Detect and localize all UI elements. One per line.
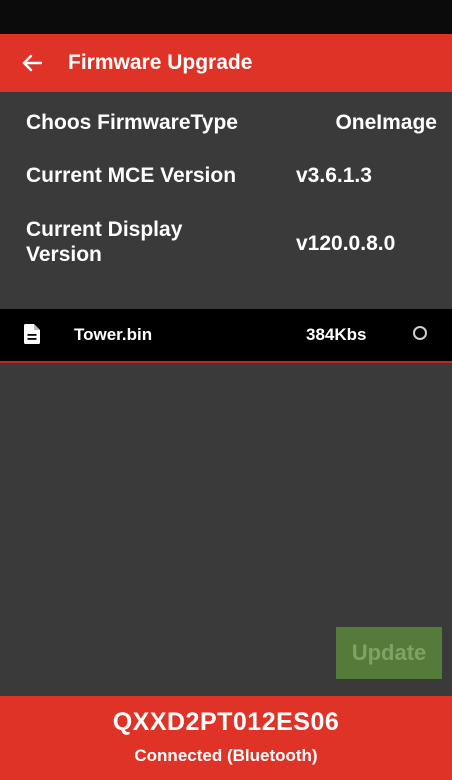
status-bar bbox=[0, 0, 452, 34]
page-title: Firmware Upgrade bbox=[68, 51, 253, 74]
file-select-radio[interactable] bbox=[413, 326, 427, 340]
firmware-type-value[interactable]: OneImage bbox=[335, 110, 437, 135]
firmware-type-label: Choos FirmwareType bbox=[26, 111, 238, 134]
connection-footer: QXXD2PT012ES06 Connected (Bluetooth) bbox=[0, 696, 452, 780]
app-bar: Firmware Upgrade bbox=[0, 34, 452, 92]
arrow-left-icon bbox=[22, 54, 42, 72]
file-size: 384Kbs bbox=[306, 325, 367, 344]
display-version-label: Current Display Version bbox=[26, 217, 182, 267]
update-button[interactable]: Update bbox=[336, 627, 442, 679]
display-version-label-line1: Current Display bbox=[26, 218, 183, 241]
file-name: Tower.bin bbox=[74, 325, 153, 344]
display-version-value: v120.0.8.0 bbox=[296, 232, 396, 255]
back-button[interactable] bbox=[0, 34, 64, 92]
connection-status: Connected (Bluetooth) bbox=[134, 746, 318, 765]
device-id: QXXD2PT012ES06 bbox=[112, 708, 340, 736]
display-version-label-line2: Version bbox=[26, 243, 102, 266]
mce-version-label: Current MCE Version bbox=[26, 164, 237, 187]
file-list-item[interactable]: Tower.bin 384Kbs bbox=[0, 309, 452, 363]
mce-version-value: v3.6.1.3 bbox=[296, 164, 372, 187]
file-document-icon bbox=[24, 324, 40, 344]
